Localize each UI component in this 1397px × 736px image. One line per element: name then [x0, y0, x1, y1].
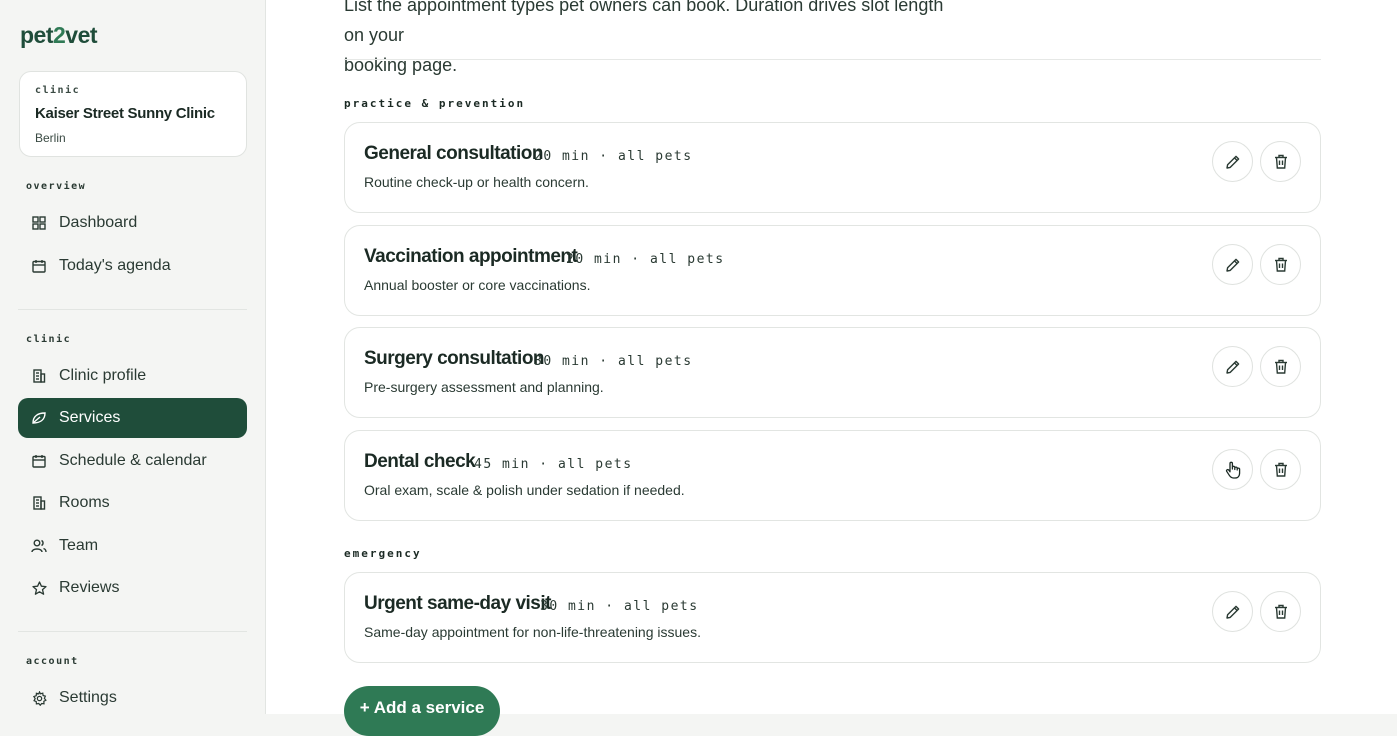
building-icon [31, 368, 47, 384]
sidebar-item-todays-agenda[interactable]: Today's agenda [18, 246, 247, 286]
logo-text-two: 2 [53, 22, 66, 48]
service-card: Vaccination appointment 20 min · all pet… [344, 225, 1321, 316]
brand-logo[interactable]: pet2vet [20, 22, 98, 49]
delete-service-button[interactable] [1260, 591, 1301, 632]
service-card: Urgent same-day visit 30 min · all pets … [344, 572, 1321, 663]
group-label-prevention: practice & prevention [344, 97, 526, 110]
sidebar-item-label: Today's agenda [59, 257, 171, 274]
service-card: Dental check 45 min · all pets Oral exam… [344, 430, 1321, 521]
pencil-icon [1225, 605, 1239, 619]
intro-line-2: booking page. [344, 55, 458, 75]
delete-service-button[interactable] [1260, 244, 1301, 285]
service-meta: 30 min · all pets [534, 354, 693, 369]
pencil-icon [1225, 155, 1239, 169]
sidebar-item-label: Schedule & calendar [59, 452, 207, 469]
sidebar-item-clinic-profile[interactable]: Clinic profile [18, 356, 247, 396]
sidebar-item-reviews[interactable]: Reviews [18, 568, 247, 608]
service-meta: 45 min · all pets [474, 457, 633, 472]
service-name: Vaccination appointment [364, 246, 578, 267]
service-name: Urgent same-day visit [364, 593, 551, 614]
sidebar-item-services[interactable]: Services [18, 398, 247, 438]
clinic-city: Berlin [35, 131, 66, 145]
trash-icon [1274, 154, 1287, 169]
add-service-button[interactable]: + Add a service [344, 686, 500, 736]
building-icon [31, 495, 47, 511]
service-meta: 20 min · all pets [566, 252, 725, 267]
sidebar-item-schedule-calendar[interactable]: Schedule & calendar [18, 441, 247, 481]
delete-service-button[interactable] [1260, 141, 1301, 182]
sidebar-item-label: Settings [59, 689, 117, 706]
hand-pointer-icon [1225, 461, 1240, 479]
edit-service-button[interactable] [1212, 244, 1253, 285]
service-name: Surgery consultation [364, 348, 545, 369]
page-intro: List the appointment types pet owners ca… [344, 0, 944, 80]
clinic-card-tag: clinic [35, 85, 81, 96]
sidebar-item-label: Rooms [59, 494, 110, 511]
leaf-icon [31, 410, 47, 426]
sidebar: pet2vet clinic Kaiser Street Sunny Clini… [0, 0, 266, 714]
edit-service-button[interactable] [1212, 141, 1253, 182]
section-label-account: account [26, 656, 79, 667]
edit-service-button[interactable] [1212, 346, 1253, 387]
logo-text-left: pet [20, 22, 54, 48]
intro-line-1: List the appointment types pet owners ca… [344, 0, 944, 45]
service-name: General consultation [364, 143, 543, 164]
trash-icon [1274, 359, 1287, 374]
dashboard-icon [31, 215, 47, 231]
clinic-switcher[interactable]: clinic Kaiser Street Sunny Clinic Berlin [19, 71, 247, 157]
pencil-icon [1225, 360, 1239, 374]
service-meta: 20 min · all pets [534, 149, 693, 164]
service-card: Surgery consultation 30 min · all pets P… [344, 327, 1321, 418]
sidebar-item-rooms[interactable]: Rooms [18, 483, 247, 523]
clinic-name: Kaiser Street Sunny Clinic [35, 105, 215, 122]
sidebar-item-dashboard[interactable]: Dashboard [18, 203, 247, 243]
sidebar-divider [18, 309, 247, 310]
users-icon [31, 538, 47, 554]
service-description: Same-day appointment for non-life-threat… [364, 624, 701, 640]
service-description: Oral exam, scale & polish under sedation… [364, 482, 685, 498]
section-label-overview: overview [26, 181, 87, 192]
sidebar-item-team[interactable]: Team [18, 526, 247, 566]
sidebar-item-label: Team [59, 537, 99, 554]
service-meta: 30 min · all pets [540, 599, 699, 614]
main-content: List the appointment types pet owners ca… [266, 0, 1397, 736]
sidebar-divider [18, 631, 247, 632]
section-label-clinic: clinic [26, 334, 72, 345]
section-divider [344, 59, 1321, 60]
service-description: Pre-surgery assessment and planning. [364, 379, 604, 395]
gear-icon [31, 690, 47, 706]
service-card: General consultation 20 min · all pets R… [344, 122, 1321, 213]
delete-service-button[interactable] [1260, 449, 1301, 490]
sidebar-item-label: Services [59, 409, 121, 426]
pencil-icon [1225, 258, 1239, 272]
logo-text-right: vet [65, 22, 98, 48]
service-name: Dental check [364, 451, 476, 472]
service-description: Routine check-up or health concern. [364, 174, 589, 190]
sidebar-item-settings[interactable]: Settings [18, 678, 247, 718]
calendar-icon [31, 258, 47, 274]
delete-service-button[interactable] [1260, 346, 1301, 387]
sidebar-item-label: Dashboard [59, 214, 138, 231]
sidebar-item-label: Reviews [59, 579, 120, 596]
group-label-emergency: emergency [344, 547, 422, 560]
edit-service-button[interactable] [1212, 591, 1253, 632]
trash-icon [1274, 462, 1287, 477]
star-icon [31, 580, 47, 596]
calendar-icon [31, 453, 47, 469]
trash-icon [1274, 604, 1287, 619]
sidebar-item-label: Clinic profile [59, 367, 147, 384]
service-description: Annual booster or core vaccinations. [364, 277, 591, 293]
trash-icon [1274, 257, 1287, 272]
edit-service-button[interactable] [1212, 449, 1253, 490]
